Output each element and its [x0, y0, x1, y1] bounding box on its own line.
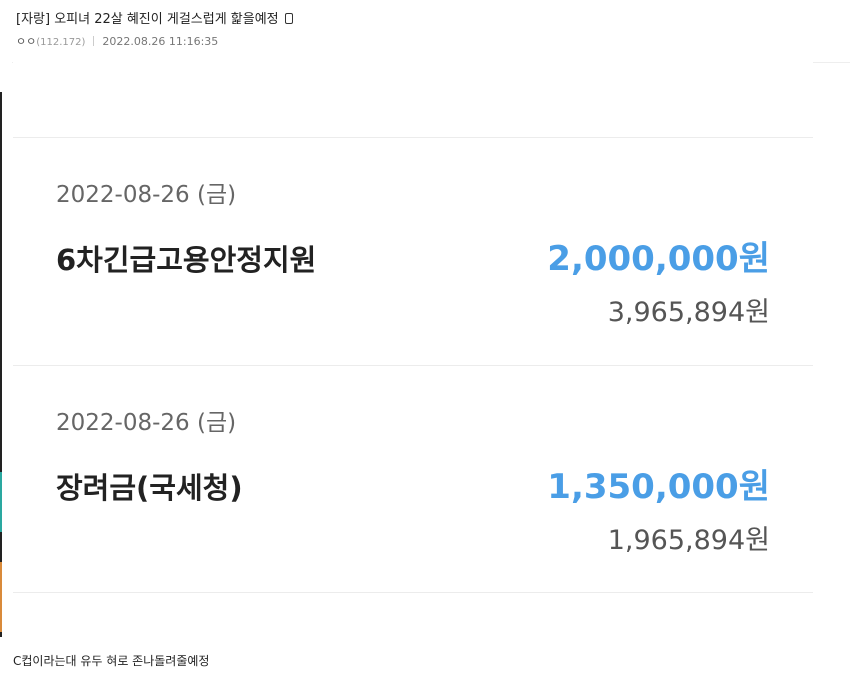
side-image-edge: [0, 92, 2, 637]
post-title-text: [자랑] 오피녀 22살 혜진이 게걸스럽게 핥을예정: [16, 12, 279, 27]
side-image-accent-2: [0, 562, 2, 632]
transaction-balance: 1,965,894원: [607, 525, 770, 556]
post-body-text: C컵이라는대 유두 혀로 존나돌려줄예정: [13, 654, 210, 668]
transaction-amount: 1,350,000원: [547, 467, 770, 507]
transaction-date: 2022-08-26 (금): [56, 182, 237, 208]
mobile-icon: [284, 13, 293, 24]
post-datetime: 2022.08.26 11:16:35: [102, 35, 219, 48]
side-image-accent: [0, 472, 2, 532]
transaction-balance: 3,965,894원: [607, 297, 770, 328]
post-title: [자랑] 오피녀 22살 혜진이 게걸스럽게 핥을예정: [16, 8, 293, 27]
transaction-date: 2022-08-26 (금): [56, 410, 237, 436]
post-image-bank-history: 2022-08-26 (금) 6차긴급고용안정지원 2,000,000원 3,9…: [13, 62, 813, 637]
divider: [13, 592, 813, 593]
author-nickname[interactable]: ㅇㅇ: [16, 35, 36, 48]
meta-divider: [93, 36, 95, 46]
post-meta: ㅇㅇ(112.172) 2022.08.26 11:16:35: [16, 33, 218, 49]
transaction-amount: 2,000,000원: [547, 239, 770, 279]
transaction-item: 2022-08-26 (금) 장려금(국세청) 1,350,000원 1,965…: [13, 365, 813, 592]
post-header: [자랑] 오피녀 22살 혜진이 게걸스럽게 핥을예정 ㅇㅇ(112.172) 2…: [12, 0, 850, 63]
transaction-name: 6차긴급고용안정지원: [56, 243, 317, 277]
author-ip: (112.172): [36, 37, 86, 48]
transaction-item: 2022-08-26 (금) 6차긴급고용안정지원 2,000,000원 3,9…: [13, 137, 813, 365]
transaction-name: 장려금(국세청): [56, 471, 243, 505]
